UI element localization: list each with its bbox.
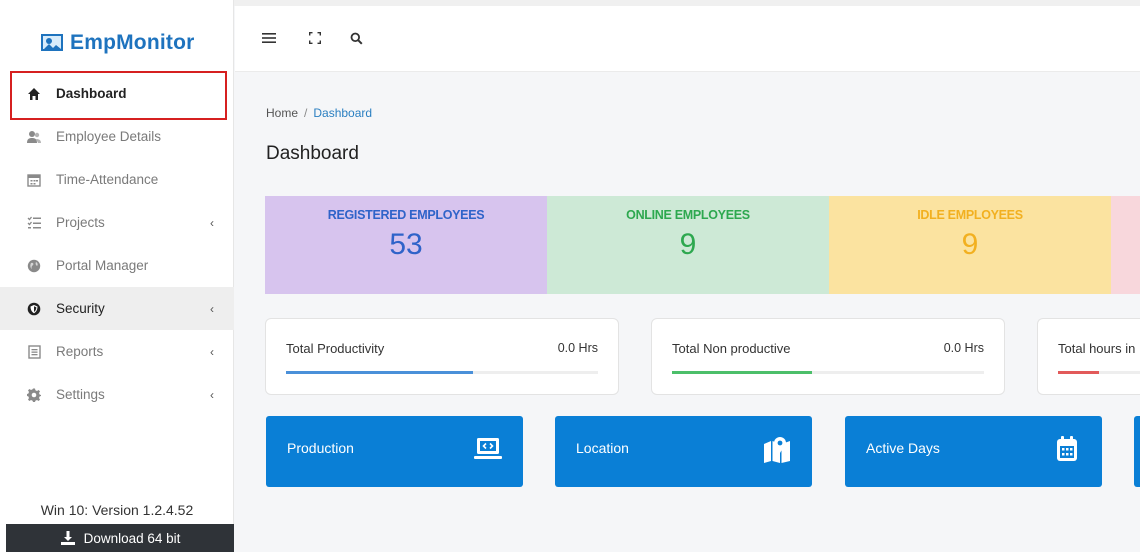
report-icon [26,344,42,360]
sidebar-item-time-attendance[interactable]: Time-Attendance [0,158,234,201]
stat-value: 9 [679,228,697,261]
breadcrumb: Home / Dashboard [266,106,372,120]
chevron-left-icon: ‹ [210,216,214,230]
shield-icon [26,301,42,317]
progress-track [672,371,984,374]
emp-logo-icon [41,34,63,51]
users-icon [26,129,42,145]
sidebar-item-reports[interactable]: Reports ‹ [0,330,234,373]
chevron-left-icon: ‹ [210,345,214,359]
progress-track [286,371,598,374]
stat-online-employees: ONLINE EMPLOYEES 9 [547,196,829,294]
stat-value: 53 [389,228,423,261]
sidebar-item-dashboard[interactable]: Dashboard [0,72,234,115]
brand-logo[interactable]: EmpMonitor [40,28,194,58]
download-button[interactable]: Download 64 bit [6,524,234,552]
page-title: Dashboard [266,143,359,164]
stat-label: REGISTERED EMPLOYEES [327,208,485,222]
progress-fill [1058,371,1099,374]
top-header [235,6,1140,72]
download-label: Download 64 bit [83,530,181,546]
tile-active-days[interactable]: Active Days [845,416,1102,487]
menu-icon[interactable] [259,28,279,48]
card-total-non-productive: Total Non productive 0.0 Hrs [651,318,1005,395]
tile-location[interactable]: Location [555,416,812,487]
search-icon[interactable] [346,28,366,48]
map-icon [764,437,790,463]
card-value: 0.0 Hrs [943,341,984,355]
tile-production[interactable]: Production [266,416,523,487]
sidebar-item-label: Reports [56,344,104,359]
card-value: 0.0 Hrs [557,341,598,355]
sidebar-item-portal-manager[interactable]: Portal Manager [0,244,234,287]
sidebar-item-label: Portal Manager [56,258,149,273]
sidebar-item-label: Settings [56,387,105,402]
sidebar-item-projects[interactable]: Projects ‹ [0,201,234,244]
card-title: Total Productivity [286,341,385,356]
calendar-icon [1057,436,1077,461]
brand-name: EmpMonitor [70,31,195,54]
sidebar-item-label: Security [56,301,105,316]
monitor-code-icon [474,438,502,459]
sidebar-item-employee-details[interactable]: Employee Details [0,115,234,158]
globe-icon [26,258,42,274]
sidebar-item-settings[interactable]: Settings ‹ [0,373,234,416]
gear-icon [26,387,42,403]
chevron-left-icon: ‹ [210,388,214,402]
breadcrumb-home[interactable]: Home [266,106,298,120]
sidebar-item-label: Dashboard [56,86,127,101]
fullscreen-icon[interactable] [305,28,325,48]
stat-label: IDLE EMPLOYEES [917,208,1023,222]
card-total-hours: Total hours in [1037,318,1140,395]
tile-partial[interactable] [1134,416,1140,487]
card-title: Total Non productive [672,341,791,356]
home-icon [26,86,42,102]
sidebar-item-label: Time-Attendance [56,172,159,187]
sidebar: EmpMonitor Dashboard Employee Details Ti… [0,0,234,552]
download-icon [60,531,75,545]
tile-label: Active Days [866,440,940,456]
tile-label: Production [287,440,354,456]
list-icon [26,215,42,231]
sidebar-item-label: Employee Details [56,129,162,144]
card-title: Total hours in [1058,341,1136,356]
card-total-productivity: Total Productivity 0.0 Hrs [265,318,619,395]
version-label: Win 10: Version 1.2.4.52 [40,502,194,518]
stat-registered-employees: REGISTERED EMPLOYEES 53 [265,196,547,294]
progress-fill [672,371,813,374]
progress-track [1058,371,1140,374]
sidebar-nav: Dashboard Employee Details Time-Attendan… [0,72,234,416]
calendar-icon [26,172,42,188]
chevron-left-icon: ‹ [210,302,214,316]
breadcrumb-current: Dashboard [313,106,373,120]
stat-label: ONLINE EMPLOYEES [626,208,750,222]
progress-fill [286,371,474,374]
stat-idle-employees: IDLE EMPLOYEES 9 [829,196,1111,294]
tile-label: Location [576,440,629,456]
stat-card-partial [1111,196,1140,294]
sidebar-item-security[interactable]: Security ‹ [0,287,234,330]
breadcrumb-separator: / [304,106,308,120]
sidebar-item-label: Projects [56,215,105,230]
stat-value: 9 [961,228,979,261]
